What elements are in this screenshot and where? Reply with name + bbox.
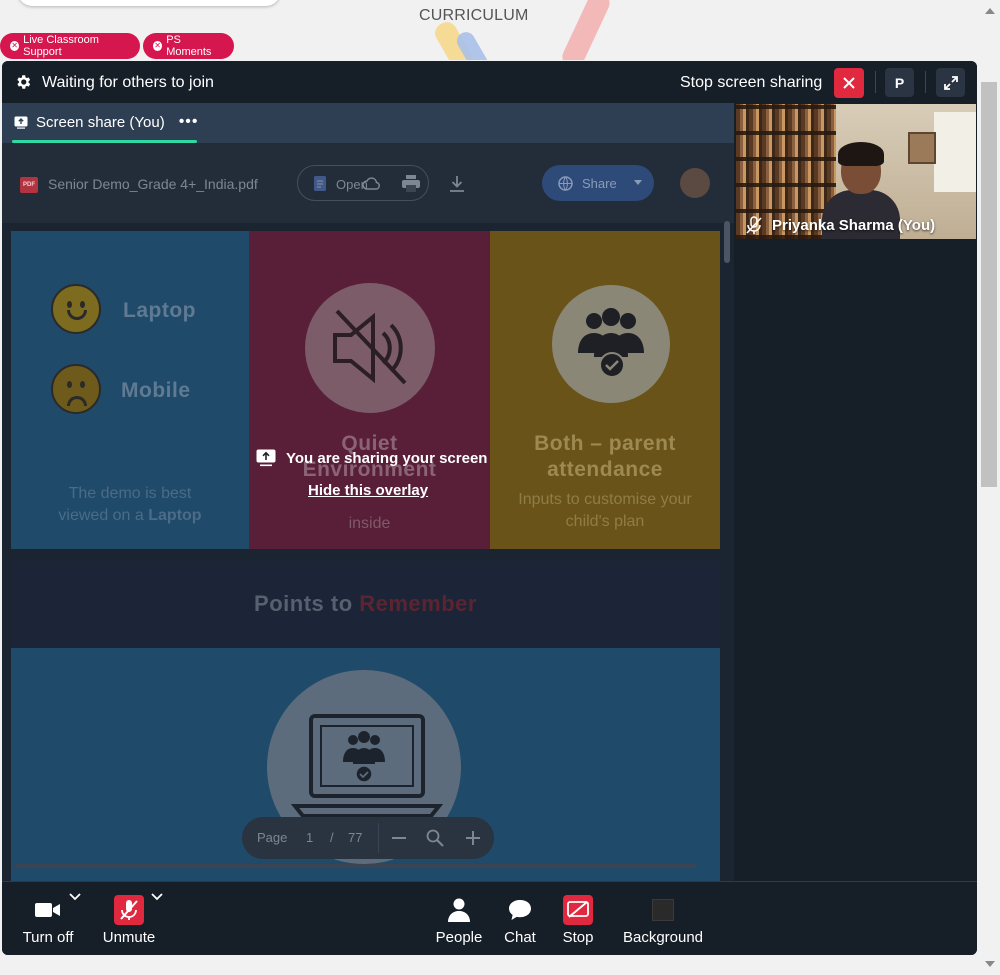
shared-screen-content: PDF Senior Demo_Grade 4+_India.pdf Open … — [2, 143, 734, 881]
inputs-text: Inputs to customise your child's plan — [518, 491, 692, 530]
mic-muted-icon — [120, 900, 138, 920]
points-to-remember-band: Points to Remember — [11, 561, 720, 647]
background-icon — [652, 899, 674, 921]
pdf-vertical-scrollbar — [724, 221, 730, 263]
laptop-label: Laptop — [123, 299, 196, 322]
pill-label: PS Moments — [166, 34, 212, 58]
divider — [925, 71, 926, 93]
points-heading: Points to Remember — [254, 591, 477, 616]
meeting-top-bar: Waiting for others to join Stop screen s… — [2, 61, 977, 103]
expand-icon — [943, 75, 958, 90]
pdf-share-label: Share — [582, 176, 617, 191]
overlay-text: You are sharing your screen — [286, 449, 488, 467]
live-classroom-support-pill[interactable]: ✕ Live Classroom Support — [0, 33, 140, 59]
scroll-down-arrow[interactable] — [985, 961, 995, 967]
tab-bar: Screen share (You) ••• — [2, 103, 734, 143]
meeting-window: Waiting for others to join Stop screen s… — [2, 61, 977, 955]
sharing-overlay-message: You are sharing your screen — [256, 449, 487, 467]
gear-icon[interactable] — [14, 73, 32, 91]
close-icon — [843, 77, 855, 89]
chevron-down-icon[interactable] — [151, 892, 163, 902]
chat-label: Chat — [504, 929, 536, 946]
mic-muted-icon — [746, 216, 762, 234]
sad-face-icon — [51, 364, 101, 414]
page-total: 77 — [348, 830, 363, 845]
group-icon — [552, 285, 670, 403]
pdf-viewer-toolbar: PDF Senior Demo_Grade 4+_India.pdf Open … — [2, 143, 734, 223]
chevron-down-icon[interactable] — [69, 892, 81, 902]
camera-label: Turn off — [22, 929, 74, 946]
screen-share-panel: Screen share (You) ••• PDF Senior Demo_G… — [2, 103, 734, 881]
happy-face-icon — [51, 284, 101, 334]
stop-sharing-button[interactable] — [834, 68, 864, 98]
camera-toggle-button[interactable]: Turn off — [20, 894, 76, 946]
background-label: Background — [622, 929, 704, 946]
scrollbar-thumb[interactable] — [981, 82, 997, 487]
hide-overlay-link[interactable]: Hide this overlay — [308, 482, 428, 499]
pdf-open-button: Open — [297, 165, 429, 201]
page-label: Page — [257, 830, 288, 845]
screen-share-off-icon — [567, 901, 589, 918]
self-video-tile[interactable]: Priyanka Sharma (You) — [736, 104, 976, 239]
pdf-file-icon: PDF — [20, 177, 38, 193]
both-parent-heading: Both – parent attendance — [534, 432, 676, 481]
zoom-in-icon — [466, 831, 480, 845]
screen-share-icon — [14, 116, 28, 129]
chevron-down-icon — [634, 180, 642, 185]
participant-avatar-button[interactable]: P — [885, 68, 914, 97]
people-button[interactable]: People — [432, 894, 486, 946]
ps-moments-pill[interactable]: ✕ PS Moments — [143, 33, 234, 59]
cloud-upload-icon — [362, 177, 380, 190]
mute-speaker-icon — [305, 283, 435, 413]
pill-label: Live Classroom Support — [23, 34, 99, 58]
meeting-status: Waiting for others to join — [42, 74, 214, 91]
participant-name: Priyanka Sharma (You) — [772, 216, 936, 234]
download-icon — [450, 176, 464, 192]
screen-share-icon — [256, 449, 276, 467]
slide-parent-panel: Both – parent attendance Inputs to custo… — [490, 231, 720, 549]
background-search-box — [18, 0, 280, 6]
scroll-up-arrow[interactable] — [985, 8, 995, 14]
stop-share-button[interactable]: Stop — [558, 894, 598, 946]
pdf-share-button: Share — [542, 165, 654, 201]
quiet-subtext: inside — [348, 515, 391, 532]
person-icon — [448, 898, 470, 922]
video-camera-icon — [35, 903, 60, 917]
demo-text: The demo is best viewed on a Laptop — [58, 485, 202, 524]
pdf-horizontal-scrollbar — [14, 864, 696, 868]
fullscreen-button[interactable] — [936, 68, 965, 97]
page-scrollbar[interactable] — [978, 0, 1000, 975]
tab-label: Screen share (You) — [36, 113, 165, 131]
pdf-filename: Senior Demo_Grade 4+_India.pdf — [48, 176, 258, 192]
background-button[interactable]: Background — [618, 894, 708, 946]
doc-icon — [314, 176, 326, 191]
pdf-account-avatar — [680, 168, 710, 198]
close-icon[interactable]: ✕ — [153, 41, 163, 51]
page-current: 1 — [306, 830, 314, 845]
chat-bubble-icon — [509, 900, 531, 920]
globe-icon — [558, 176, 573, 191]
divider — [378, 823, 379, 853]
unmute-label: Unmute — [102, 929, 156, 946]
tab-screen-share[interactable]: Screen share (You) ••• — [14, 113, 199, 131]
self-name-label: Priyanka Sharma (You) — [746, 216, 935, 234]
divider — [875, 71, 876, 93]
stop-screen-sharing-label[interactable]: Stop screen sharing — [680, 74, 822, 92]
page-separator: / — [330, 830, 334, 845]
people-label: People — [435, 929, 483, 946]
curriculum-heading[interactable]: CURRICULUM — [419, 7, 529, 25]
zoom-out-icon — [392, 837, 406, 839]
more-options-icon[interactable]: ••• — [179, 113, 199, 131]
print-icon — [402, 175, 420, 192]
pdf-page-controls: Page 1 / 77 — [242, 817, 494, 859]
mobile-label: Mobile — [121, 379, 191, 402]
meeting-controls-bar: Turn off Unmute People Chat Stop Backgro… — [2, 881, 977, 955]
chat-button[interactable]: Chat — [500, 894, 540, 946]
slide-laptop-panel: Laptop Mobile The demo is best viewed on… — [11, 231, 249, 549]
close-icon[interactable]: ✕ — [10, 41, 20, 51]
stop-label: Stop — [562, 929, 594, 946]
zoom-icon — [426, 829, 444, 847]
slide-quiet-panel: Quiet Environment inside — [249, 231, 490, 549]
